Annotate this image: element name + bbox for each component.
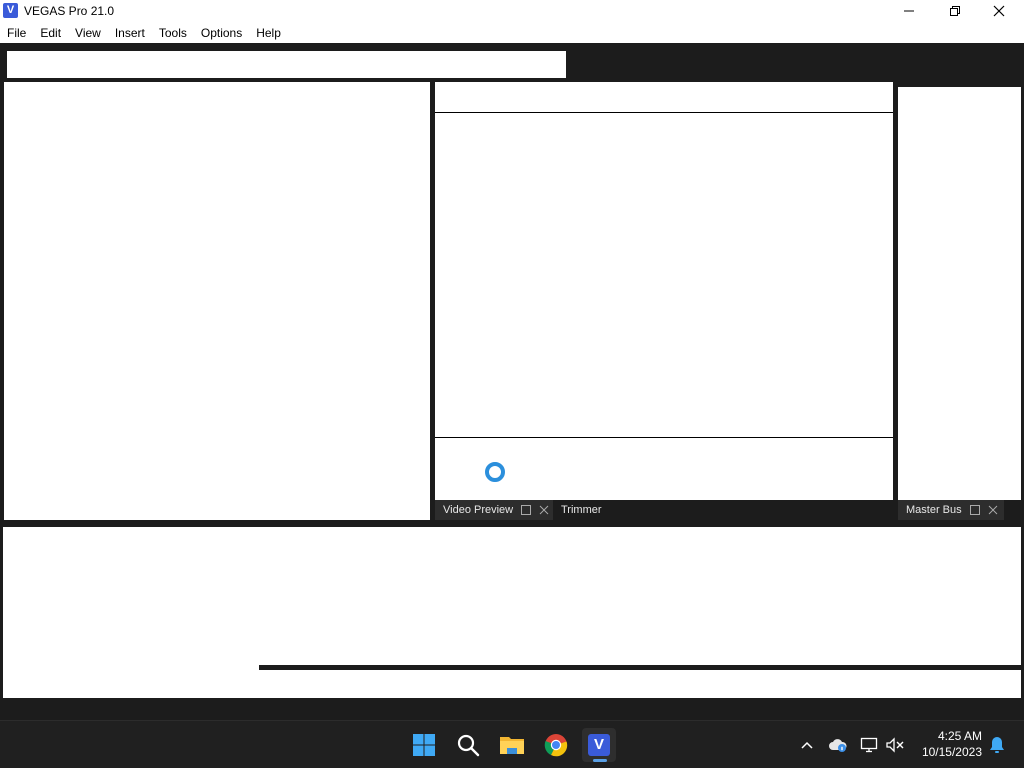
minimize-icon <box>904 10 914 12</box>
float-window-icon[interactable] <box>521 505 532 515</box>
title-bar <box>0 0 1024 22</box>
menu-options[interactable]: Options <box>201 26 242 40</box>
close-button[interactable] <box>976 0 1022 22</box>
preview-toolbar <box>435 82 893 113</box>
timeline-scrollbar[interactable] <box>259 665 1021 670</box>
menu-edit[interactable]: Edit <box>40 26 61 40</box>
preview-divider <box>435 437 893 438</box>
tab-trimmer[interactable]: Trimmer <box>561 500 602 520</box>
close-tab-icon[interactable] <box>539 505 549 515</box>
menu-tools[interactable]: Tools <box>159 26 187 40</box>
start-button[interactable] <box>407 728 441 762</box>
tab-video-preview-label: Video Preview <box>443 504 514 516</box>
timeline-panel[interactable] <box>3 527 1021 698</box>
toolbar-area <box>7 51 566 78</box>
restore-button[interactable] <box>932 0 978 22</box>
close-icon <box>993 5 1005 17</box>
cloud-icon <box>829 739 847 752</box>
file-explorer-button[interactable] <box>495 728 529 762</box>
tab-trimmer-label: Trimmer <box>561 504 602 516</box>
network-tray-button[interactable] <box>858 735 880 755</box>
onedrive-tray-button[interactable] <box>827 735 849 755</box>
minimize-button[interactable] <box>886 0 932 22</box>
file-explorer-icon <box>500 737 524 754</box>
chrome-icon <box>544 734 568 757</box>
app-icon: V <box>3 3 18 18</box>
loading-spinner-icon <box>485 462 505 482</box>
tab-master-bus[interactable]: Master Bus <box>898 500 1004 520</box>
volume-tray-button[interactable] <box>884 735 906 755</box>
windows-start-icon <box>413 734 435 756</box>
menu-insert[interactable]: Insert <box>115 26 145 40</box>
active-app-indicator <box>593 759 607 762</box>
tab-video-preview[interactable]: Video Preview <box>435 500 553 520</box>
window-title: VEGAS Pro 21.0 <box>24 4 115 18</box>
float-window-icon[interactable] <box>969 505 980 515</box>
search-icon <box>457 734 480 757</box>
bell-icon <box>990 737 1004 753</box>
project-media-panel[interactable] <box>4 82 430 520</box>
vegas-taskbar-button[interactable]: V <box>582 728 616 762</box>
tab-master-bus-label: Master Bus <box>906 504 962 516</box>
restore-icon <box>950 6 960 16</box>
menu-help[interactable]: Help <box>256 26 281 40</box>
clock-time[interactable]: 4:25 AM <box>918 729 982 743</box>
notifications-button[interactable] <box>986 735 1008 755</box>
volume-muted-icon <box>886 737 904 753</box>
network-icon <box>860 737 878 753</box>
menu-bar: File Edit View Insert Tools Options Help <box>0 22 1024 43</box>
vegas-icon: V <box>588 734 610 756</box>
menu-view[interactable]: View <box>75 26 101 40</box>
chevron-up-icon <box>801 741 813 749</box>
close-tab-icon[interactable] <box>988 505 998 515</box>
chrome-button[interactable] <box>539 728 573 762</box>
search-button[interactable] <box>451 728 485 762</box>
clock-date[interactable]: 10/15/2023 <box>918 745 982 759</box>
menu-file[interactable]: File <box>7 26 26 40</box>
show-hidden-icons-button[interactable] <box>796 735 818 755</box>
status-strip <box>0 698 1024 720</box>
master-bus-panel[interactable] <box>898 87 1021 500</box>
